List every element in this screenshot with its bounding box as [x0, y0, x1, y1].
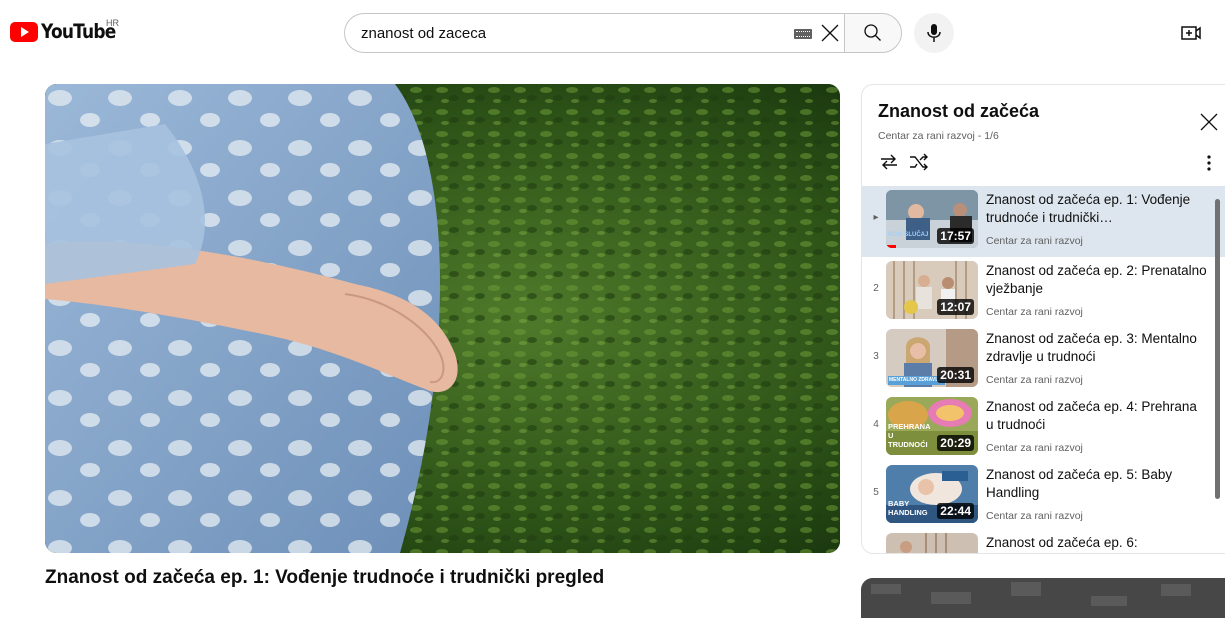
video-title: Znanost od začeća ep. 1: Vođenje trudnoć… — [45, 567, 605, 588]
video-duration: 22:44 — [937, 503, 974, 519]
thumbnail-image — [886, 533, 978, 553]
more-vert-icon[interactable] — [1202, 153, 1216, 173]
playlist-title[interactable]: Znanost od začeća — [878, 101, 1039, 122]
playlist-item-channel[interactable]: Centar za rani razvoj — [986, 510, 1083, 522]
playlist-item-channel[interactable]: Centar za rani razvoj — [986, 442, 1083, 454]
playlist-item[interactable]: ▸ NOVI SLUČAJ 17:57 Znanost od začeća ep… — [862, 186, 1225, 257]
playlist-item[interactable]: 4 PREHRANA U TRUDNOĆI 20:29 Znanost od z… — [862, 393, 1225, 461]
search-box — [344, 13, 844, 53]
playlist-item-thumbnail: NOVI SLUČAJ 17:57 — [886, 190, 978, 248]
playlist-items: ▸ NOVI SLUČAJ 17:57 Znanost od začeća ep… — [862, 186, 1225, 553]
search-button[interactable] — [844, 13, 902, 53]
search-input[interactable] — [361, 24, 791, 42]
playlist-panel: Znanost od začeća Centar za rani razvoj … — [861, 84, 1225, 554]
playlist-scrollbar[interactable] — [1215, 199, 1220, 499]
playlist-item[interactable]: 3 MENTALNO ZDRAVLJE 20:31 Znanost od zač… — [862, 325, 1225, 393]
playlist-item-thumbnail: BABY HANDLING 22:44 — [886, 465, 978, 523]
thumbnail-image — [861, 578, 1225, 618]
now-playing-icon: ▸ — [873, 212, 879, 223]
playlist-item-thumbnail: PREHRANA U TRUDNOĆI 20:29 — [886, 397, 978, 455]
related-video-thumbnail[interactable] — [861, 578, 1225, 618]
video-duration: 20:31 — [937, 367, 974, 383]
playlist-subtitle: Centar za rani razvoj - 1/6 — [878, 130, 999, 142]
playlist-item-title: Znanost od začeća ep. 2: Prenatalno vjež… — [986, 263, 1207, 296]
video-duration: 20:29 — [937, 435, 974, 451]
keyboard-icon[interactable] — [794, 29, 812, 39]
playlist-item[interactable]: 2 12:07 Znanost od začeća ep. 2: Prenata… — [862, 257, 1225, 325]
create-video-icon[interactable] — [1180, 22, 1202, 44]
playlist-item-title: Znanost od začeća ep. 5: Baby Handling — [986, 467, 1173, 500]
playlist-item-title: Znanost od začeća ep. 6: — [986, 535, 1138, 550]
voice-search-button[interactable] — [914, 13, 954, 53]
playlist-item-thumbnail: 12:07 — [886, 261, 978, 319]
loop-icon[interactable] — [878, 152, 900, 172]
playlist-item-thumbnail — [886, 533, 978, 553]
playlist-item-channel[interactable]: Centar za rani razvoj — [986, 235, 1083, 247]
playlist-item-channel[interactable]: Centar za rani razvoj — [986, 374, 1083, 386]
watch-progress-bar — [886, 245, 896, 248]
playlist-item[interactable]: 5 BABY HANDLING 22:44 Znanost od začeća … — [862, 461, 1225, 529]
playlist-header: Znanost od začeća Centar za rani razvoj … — [862, 85, 1225, 185]
video-frame — [45, 84, 840, 553]
youtube-play-icon — [10, 22, 38, 42]
country-code: HR — [106, 18, 119, 28]
playlist-item-title: Znanost od začeća ep. 3: Mentalno zdravl… — [986, 331, 1197, 364]
video-player[interactable] — [45, 84, 840, 553]
playlist-item-index: 3 — [873, 351, 879, 362]
playlist-item-index: 2 — [873, 283, 879, 294]
playlist-item-channel[interactable]: Centar za rani razvoj — [986, 306, 1083, 318]
search-icon — [864, 24, 881, 41]
thumbnail-badge: PREHRANA U TRUDNOĆI — [888, 422, 931, 449]
masthead: YouTube HR — [0, 0, 1225, 64]
video-duration: 12:07 — [937, 299, 974, 315]
clear-search-icon[interactable] — [819, 21, 841, 45]
shuffle-icon[interactable] — [908, 152, 930, 172]
thumbnail-badge: NOVI SLUČAJ — [888, 232, 929, 238]
video-duration: 17:57 — [937, 228, 974, 244]
playlist-item-title: Znanost od začeća ep. 1: Vođenje trudnoć… — [986, 192, 1191, 225]
playlist-item-index: 4 — [873, 419, 879, 430]
logo-text: YouTube — [41, 20, 116, 44]
thumbnail-badge: BABY HANDLING — [888, 499, 928, 517]
microphone-icon — [927, 24, 941, 42]
playlist-item-index: 5 — [873, 487, 879, 498]
close-icon[interactable] — [1198, 111, 1220, 133]
playlist-item-title: Znanost od začeća ep. 4: Prehrana u trud… — [986, 399, 1197, 432]
playlist-item-thumbnail: MENTALNO ZDRAVLJE 20:31 — [886, 329, 978, 387]
playlist-item[interactable]: 6 Znanost od začeća ep. 6: — [862, 529, 1225, 553]
youtube-logo[interactable]: YouTube HR — [10, 18, 119, 44]
